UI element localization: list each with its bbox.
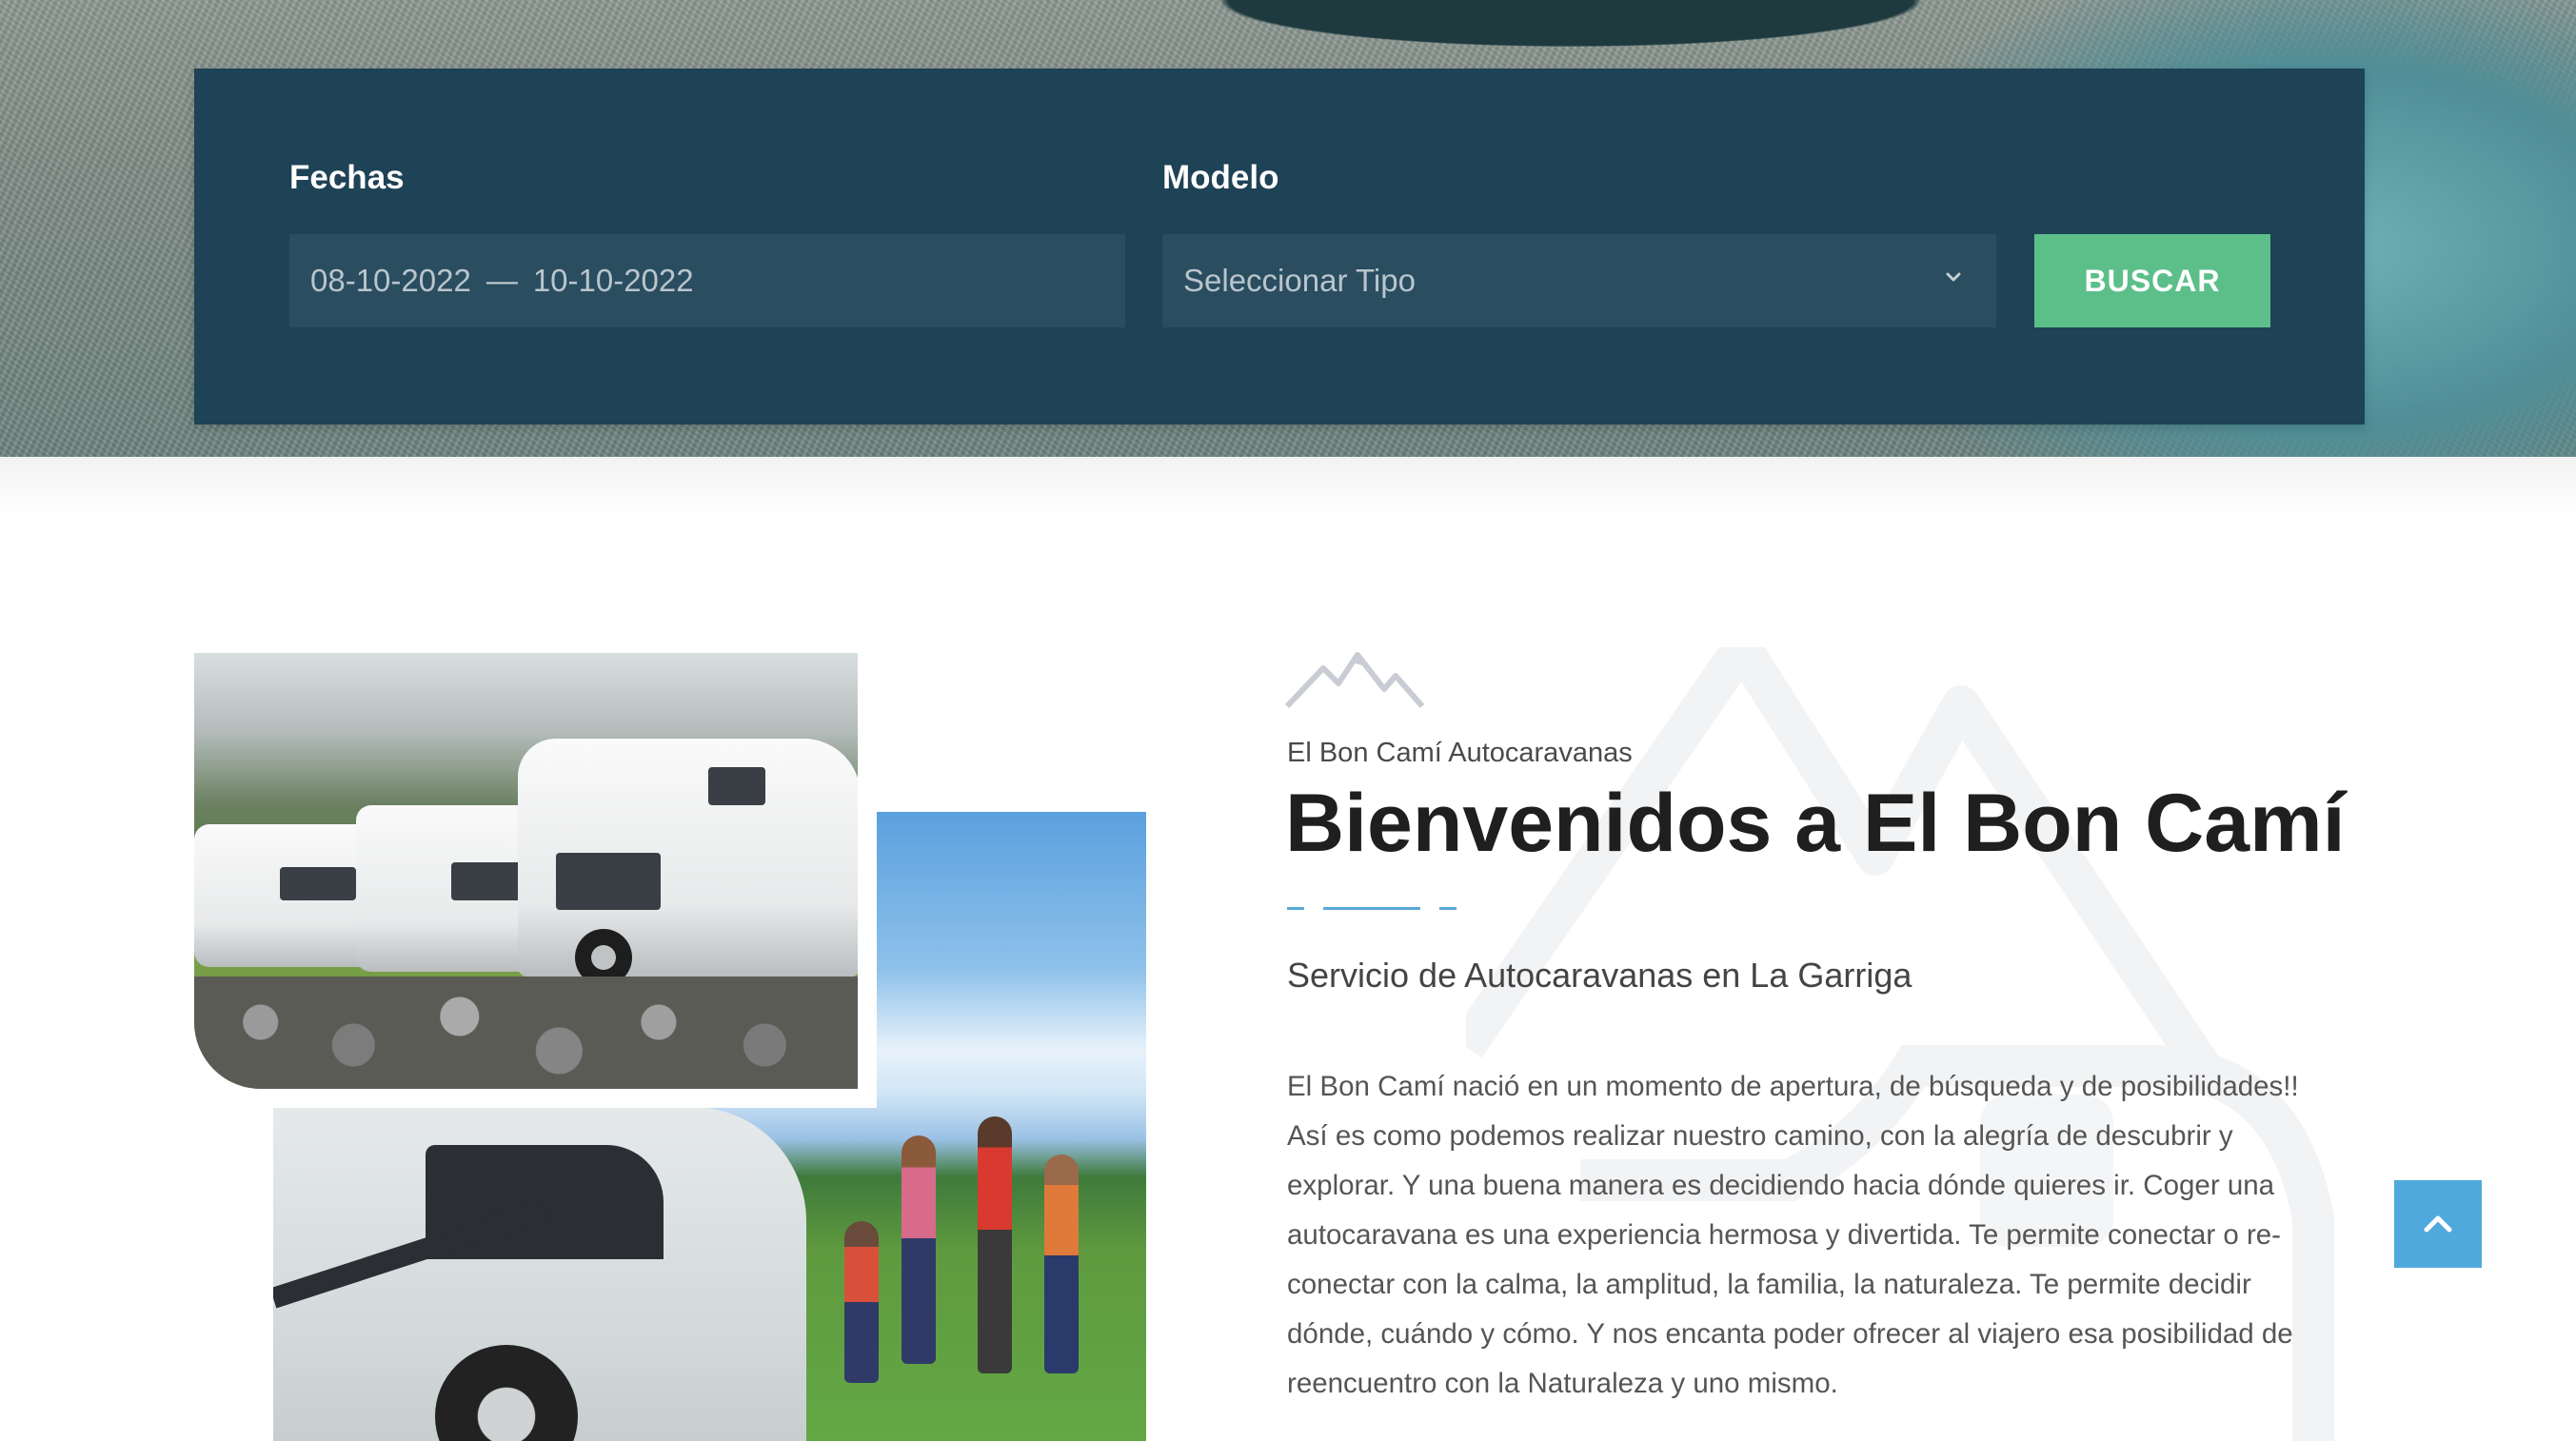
about-paragraph: El Bon Camí nació en un momento de apert… xyxy=(1287,1071,2299,1399)
date-range-input[interactable]: 08-10-2022 — 10-10-2022 xyxy=(289,234,1125,327)
date-from: 08-10-2022 xyxy=(310,263,471,298)
date-to: 10-10-2022 xyxy=(532,263,694,298)
title-divider xyxy=(1287,907,1458,911)
section-subtitle: Servicio de Autocaravanas en La Garriga xyxy=(1287,956,1912,995)
page-title: Bienvenidos a El Bon Camí xyxy=(1285,778,2346,869)
photo-person xyxy=(1044,1155,1079,1373)
mountain-icon xyxy=(1285,652,1424,708)
dates-label: Fechas xyxy=(289,159,405,196)
photo-van xyxy=(273,1107,806,1441)
hero-shadow xyxy=(0,457,2576,514)
model-label: Modelo xyxy=(1162,159,1279,196)
motorhomes-photo xyxy=(194,653,858,1089)
chevron-down-icon xyxy=(1946,272,1961,282)
photo-rocks xyxy=(194,977,858,1089)
chevron-up-icon xyxy=(2424,1215,2452,1233)
date-separator: — xyxy=(485,263,518,298)
photo-person xyxy=(978,1116,1012,1373)
search-button[interactable]: BUSCAR xyxy=(2034,234,2270,327)
section-eyebrow: El Bon Camí Autocaravanas xyxy=(1287,738,1633,768)
back-to-top-button[interactable] xyxy=(2394,1180,2482,1268)
photo-rv xyxy=(518,739,858,986)
model-select[interactable]: Seleccionar Tipo xyxy=(1162,234,1996,327)
photo-person xyxy=(902,1135,936,1364)
search-panel: Fechas 08-10-2022 — 10-10-2022 Modelo Sele… xyxy=(194,69,2365,424)
photo-person xyxy=(844,1221,879,1383)
model-select-value: Seleccionar Tipo xyxy=(1183,263,1416,298)
